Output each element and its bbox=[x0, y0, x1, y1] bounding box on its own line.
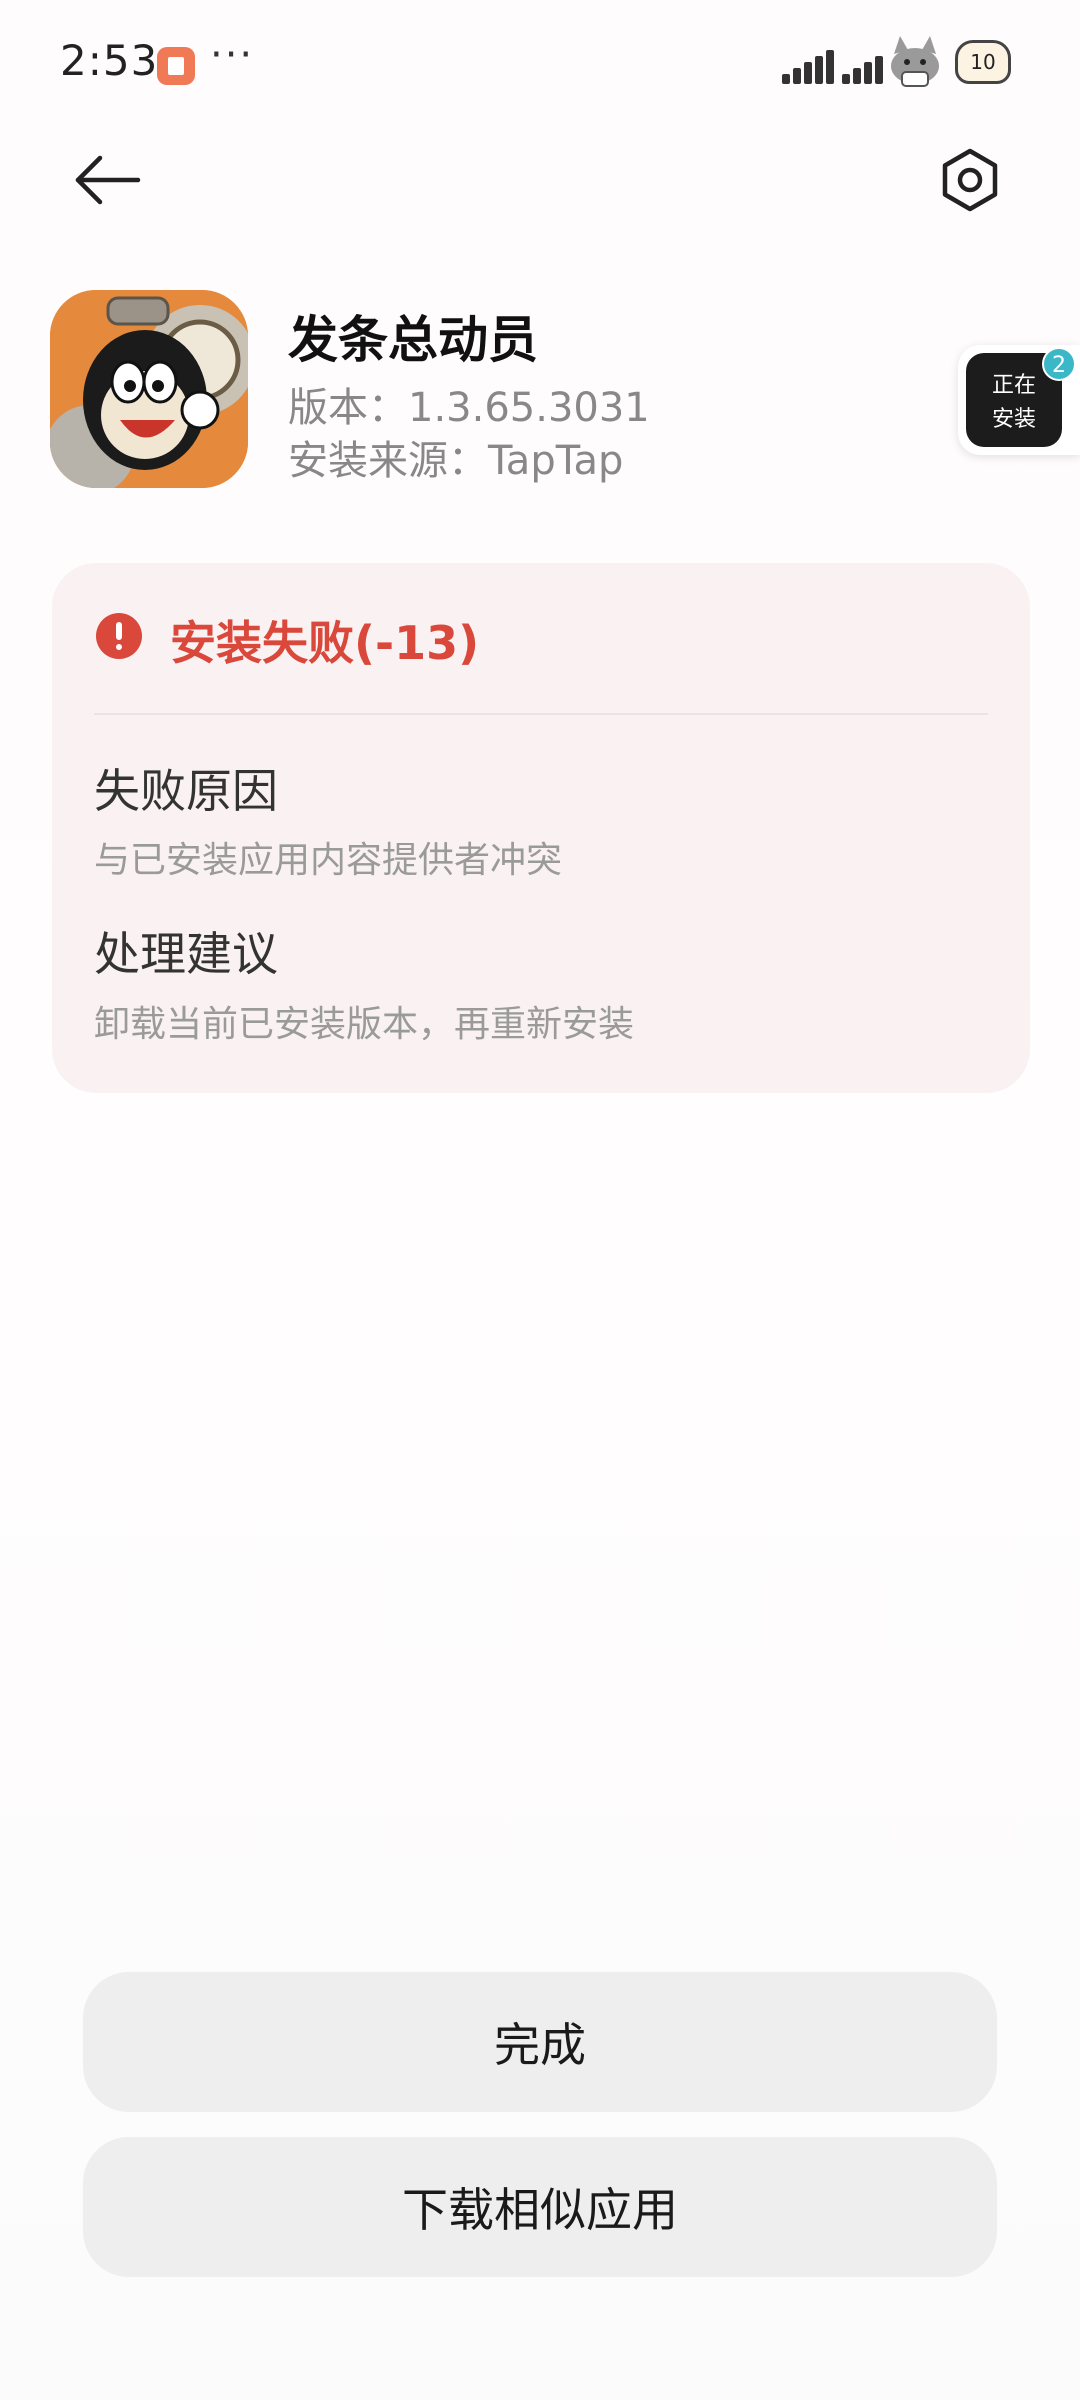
installing-label-line1: 正在 bbox=[991, 373, 1036, 398]
failure-title: 安装失败(-13) bbox=[170, 616, 480, 670]
download-similar-apps-button[interactable]: 下载相似应用 bbox=[83, 2137, 997, 2277]
battery-icon: 10 bbox=[955, 40, 1011, 84]
back-button[interactable] bbox=[70, 145, 150, 215]
install-result-screen: 2:53 ··· 10 发条总动员 版本：1.3.65.3031 安装来源：Ta… bbox=[0, 0, 1080, 2400]
arrow-left-icon bbox=[75, 155, 141, 205]
failure-reason-heading: 失败原因 bbox=[94, 764, 278, 818]
done-button[interactable]: 完成 bbox=[83, 1972, 997, 2112]
app-name: 发条总动员 bbox=[288, 311, 538, 369]
signal-strength-icon bbox=[782, 50, 838, 84]
settings-button[interactable] bbox=[930, 145, 1010, 215]
notification-app-icon bbox=[157, 47, 195, 85]
installing-floating-bubble[interactable]: 正在 安装 2 bbox=[958, 345, 1080, 455]
app-icon bbox=[50, 290, 248, 488]
cat-sticker-icon bbox=[891, 36, 939, 87]
app-install-source: 安装来源：TapTap bbox=[288, 438, 624, 484]
advice-text: 卸载当前已安装版本，再重新安装 bbox=[94, 1004, 635, 1045]
settings-icon bbox=[942, 148, 998, 212]
more-notifications-icon: ··· bbox=[210, 32, 255, 78]
status-bar: 2:53 ··· 10 bbox=[0, 0, 1080, 130]
failure-reason-text: 与已安装应用内容提供者冲突 bbox=[94, 840, 563, 881]
installing-label-line2: 安装 bbox=[991, 407, 1036, 432]
status-time: 2:53 bbox=[60, 36, 159, 85]
installing-count-badge: 2 bbox=[1042, 347, 1076, 381]
exclamation-circle-icon bbox=[96, 613, 142, 659]
failure-card: 安装失败(-13) 失败原因 与已安装应用内容提供者冲突 处理建议 卸载当前已安… bbox=[52, 563, 1030, 1093]
app-version: 版本：1.3.65.3031 bbox=[288, 385, 650, 431]
advice-heading: 处理建议 bbox=[94, 927, 278, 981]
divider bbox=[94, 713, 988, 715]
